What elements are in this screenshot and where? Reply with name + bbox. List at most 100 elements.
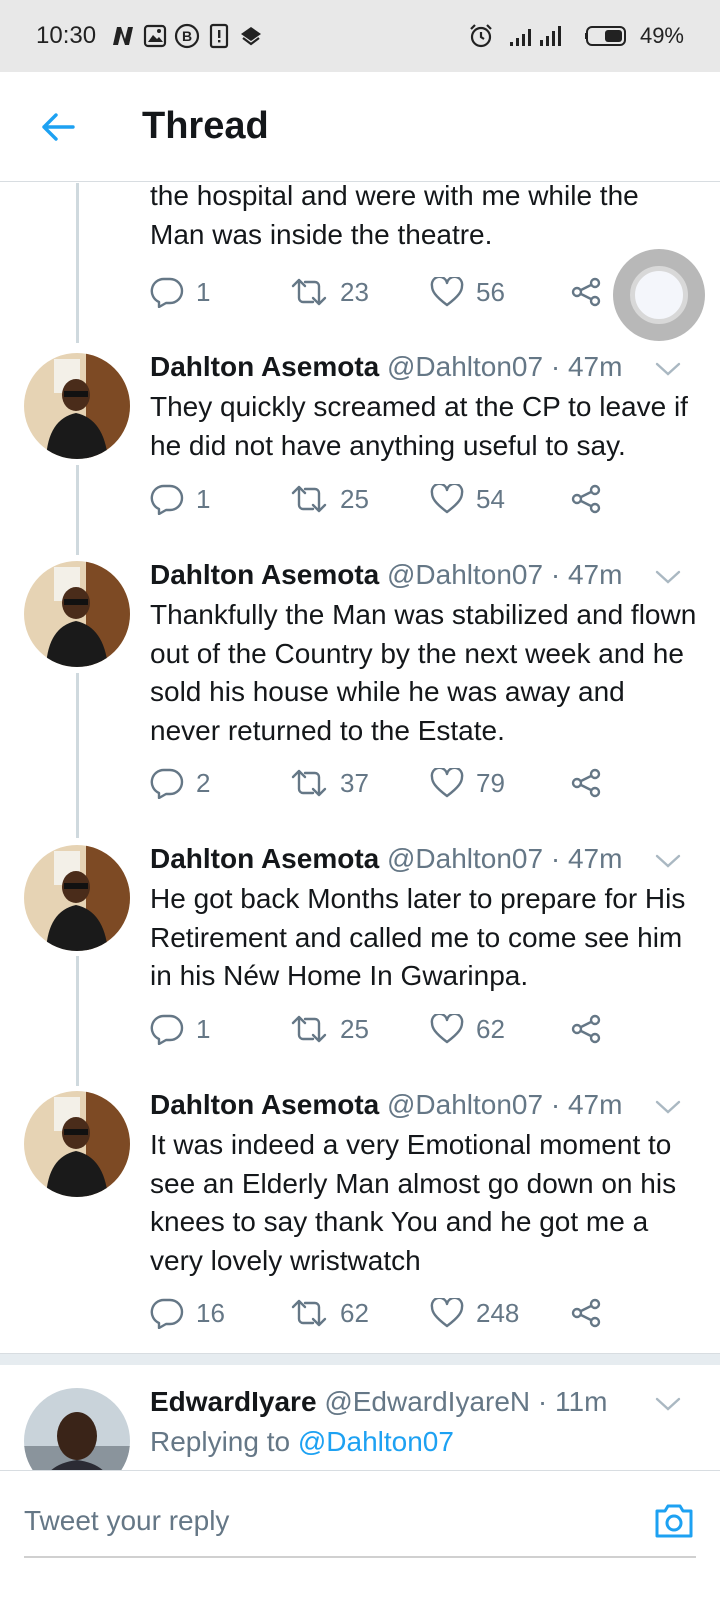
retweet-icon [291, 1015, 327, 1043]
avatar[interactable] [24, 561, 130, 667]
replying-to-mention[interactable]: @Dahlton07 [298, 1426, 454, 1457]
avatar[interactable] [24, 353, 130, 459]
reply-button[interactable]: 1 [150, 276, 290, 308]
notification-icons: B [110, 23, 264, 49]
signal-icon [506, 23, 570, 49]
reply-count: 1 [196, 276, 211, 307]
thread-feed[interactable]: the hospital and were with me while the … [0, 183, 720, 1470]
retweet-count: 25 [340, 483, 369, 514]
tweet-actions: 1 25 62 [150, 1009, 610, 1049]
tweet[interactable]: Dahlton Asemota @Dahlton07 · 47m They qu… [0, 351, 720, 553]
author-name[interactable]: Dahlton Asemota [150, 1089, 379, 1120]
chevron-down-icon[interactable] [654, 567, 682, 587]
reply-button[interactable]: 2 [150, 767, 290, 799]
chevron-down-icon[interactable] [654, 851, 682, 871]
reply-button[interactable]: 1 [150, 1013, 290, 1045]
share-icon [571, 1298, 601, 1328]
like-count: 56 [476, 276, 505, 307]
tweet-header: EdwardIyare @EdwardIyareN · 11m [150, 1386, 680, 1418]
heart-icon [430, 1014, 464, 1044]
replying-to: Replying to @Dahlton07 [150, 1426, 454, 1458]
tweet-text: He got back Months later to prepare for … [150, 883, 686, 991]
n-notification-icon [110, 23, 136, 49]
reply-tweet[interactable]: EdwardIyare @EdwardIyareN · 11m Replying… [0, 1386, 720, 1470]
author-name[interactable]: EdwardIyare [150, 1386, 317, 1417]
tweet-actions: 1 23 56 [150, 272, 610, 312]
like-button[interactable]: 79 [430, 768, 570, 799]
tweet[interactable]: Dahlton Asemota @Dahlton07 · 47m He got … [0, 843, 720, 1075]
svg-text:B: B [182, 28, 192, 44]
like-count: 54 [476, 483, 505, 514]
back-button[interactable] [28, 97, 88, 157]
avatar[interactable] [24, 1388, 130, 1470]
chevron-down-icon[interactable] [654, 1394, 682, 1414]
like-button[interactable]: 56 [430, 277, 570, 308]
retweet-button[interactable]: 25 [290, 1014, 430, 1045]
system-icons: 49% [468, 23, 684, 49]
chevron-down-icon[interactable] [654, 1097, 682, 1117]
camera-button[interactable] [652, 1499, 696, 1543]
tweet-actions: 16 62 248 [150, 1293, 610, 1333]
share-button[interactable] [570, 1014, 610, 1044]
bottom-divider [24, 1556, 696, 1558]
retweet-button[interactable]: 62 [290, 1298, 430, 1329]
touch-indicator [613, 249, 705, 341]
like-count: 248 [476, 1297, 520, 1328]
replying-to-label: Replying to [150, 1426, 291, 1457]
reply-count: 1 [196, 1013, 211, 1044]
author-name[interactable]: Dahlton Asemota [150, 843, 379, 874]
like-count: 79 [476, 767, 505, 798]
heart-icon [430, 277, 464, 307]
reply-input[interactable] [24, 1504, 584, 1537]
tweet[interactable]: the hospital and were with me while the … [0, 183, 720, 343]
battery-icon [582, 23, 628, 49]
share-button[interactable] [570, 484, 610, 514]
camera-icon [655, 1504, 693, 1537]
chevron-down-icon[interactable] [654, 359, 682, 379]
avatar[interactable] [24, 845, 130, 951]
retweet-icon [291, 1299, 327, 1327]
author-handle: @Dahlton07 · 47m [387, 351, 623, 382]
heart-icon [430, 768, 464, 798]
share-button[interactable] [570, 277, 610, 307]
retweet-icon [291, 485, 327, 513]
touch-indicator-center [630, 266, 688, 324]
share-button[interactable] [570, 1298, 610, 1328]
tweet[interactable]: Dahlton Asemota @Dahlton07 · 47m It was … [0, 1089, 720, 1351]
share-icon [571, 1014, 601, 1044]
like-count: 62 [476, 1013, 505, 1044]
tweet-header: Dahlton Asemota @Dahlton07 · 47m [150, 559, 680, 591]
retweet-button[interactable]: 37 [290, 768, 430, 799]
retweet-count: 25 [340, 1013, 369, 1044]
layers-icon [238, 23, 264, 49]
avatar[interactable] [24, 1091, 130, 1197]
retweet-button[interactable]: 25 [290, 484, 430, 515]
retweet-count: 37 [340, 767, 369, 798]
reply-icon [150, 1298, 184, 1329]
tweet-text: It was indeed a very Emotional moment to… [150, 1129, 677, 1276]
app-header: Thread [0, 72, 720, 182]
share-icon [571, 484, 601, 514]
retweet-icon [291, 278, 327, 306]
author-handle: @Dahlton07 · 47m [387, 1089, 623, 1120]
page-title: Thread [142, 105, 269, 147]
gallery-icon [142, 23, 168, 49]
author-name[interactable]: Dahlton Asemota [150, 559, 379, 590]
author-handle: @Dahlton07 · 47m [387, 843, 623, 874]
retweet-button[interactable]: 23 [290, 277, 430, 308]
share-button[interactable] [570, 768, 610, 798]
sim-alert-icon [206, 23, 232, 49]
tweet-text: the hospital and were with me while the … [150, 183, 639, 250]
reply-count: 1 [196, 483, 211, 514]
tweet[interactable]: Dahlton Asemota @Dahlton07 · 47m Thankfu… [0, 559, 720, 831]
reply-button[interactable]: 16 [150, 1297, 290, 1329]
author-name[interactable]: Dahlton Asemota [150, 351, 379, 382]
share-icon [571, 277, 601, 307]
like-button[interactable]: 248 [430, 1298, 570, 1329]
share-icon [571, 768, 601, 798]
b-badge-icon: B [174, 23, 200, 49]
reply-button[interactable]: 1 [150, 483, 290, 515]
reply-icon [150, 277, 184, 308]
like-button[interactable]: 62 [430, 1014, 570, 1045]
like-button[interactable]: 54 [430, 484, 570, 515]
